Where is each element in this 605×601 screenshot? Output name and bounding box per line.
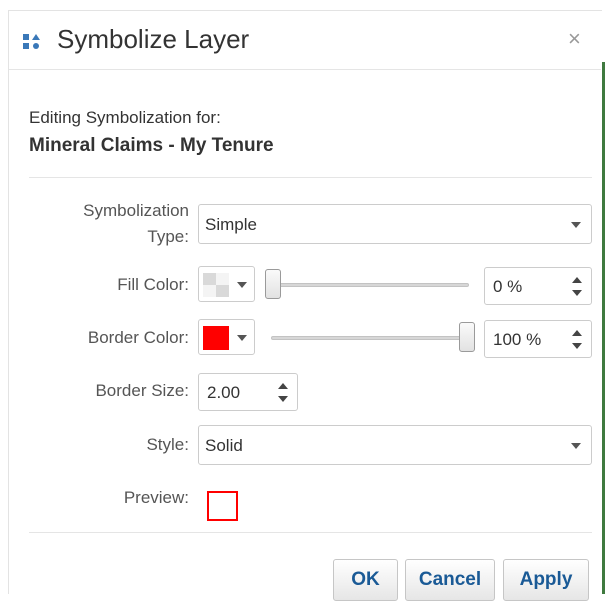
- style-value: Solid: [205, 436, 243, 455]
- close-icon[interactable]: ×: [568, 28, 581, 50]
- transparent-swatch-icon: [203, 273, 229, 297]
- divider: [29, 532, 592, 533]
- border-color-picker[interactable]: [198, 319, 255, 355]
- border-color-swatch: [203, 326, 229, 350]
- editing-label: Editing Symbolization for:: [29, 108, 221, 127]
- symbolization-type-select[interactable]: Simple: [198, 204, 592, 244]
- chevron-down-icon: [571, 222, 581, 228]
- layer-symbol-icon: [23, 34, 40, 49]
- border-opacity-slider[interactable]: [271, 322, 475, 354]
- fill-opacity-value: 0 %: [493, 277, 523, 296]
- layer-name: Mineral Claims - My Tenure: [29, 135, 274, 156]
- symbolization-type-label-line2: Type:: [147, 227, 189, 246]
- border-opacity-value: 100 %: [493, 330, 542, 349]
- slider-thumb[interactable]: [459, 322, 475, 352]
- preview-label: Preview:: [123, 488, 189, 507]
- fill-opacity-stepper[interactable]: 0 %: [484, 267, 592, 305]
- stepper-down-icon[interactable]: [572, 343, 582, 349]
- dialog-title-bar: Symbolize Layer ×: [9, 11, 601, 70]
- divider: [29, 177, 592, 178]
- border-size-value: 2.00: [207, 383, 241, 402]
- symbolize-layer-dialog: Symbolize Layer × Editing Symbolization …: [8, 10, 602, 601]
- slider-track: [271, 336, 475, 340]
- chevron-down-icon: [571, 443, 581, 449]
- fill-color-picker[interactable]: [198, 266, 255, 302]
- slider-track: [265, 283, 469, 287]
- stepper-up-icon[interactable]: [572, 277, 582, 283]
- symbol-preview: [207, 491, 238, 521]
- stepper-down-icon[interactable]: [572, 290, 582, 296]
- stepper-up-icon[interactable]: [278, 383, 288, 389]
- style-select[interactable]: Solid: [198, 425, 592, 465]
- border-size-stepper[interactable]: 2.00: [198, 373, 298, 411]
- stepper-up-icon[interactable]: [572, 330, 582, 336]
- chevron-down-icon: [237, 282, 247, 288]
- slider-thumb[interactable]: [265, 269, 281, 299]
- chevron-down-icon: [237, 335, 247, 341]
- dialog-title: Symbolize Layer: [57, 24, 250, 54]
- fill-color-label: Fill Color:: [117, 275, 189, 294]
- symbolization-type-label-line1: Symbolization: [83, 201, 189, 220]
- cancel-button[interactable]: Cancel: [405, 559, 495, 601]
- border-opacity-stepper[interactable]: 100 %: [484, 320, 592, 358]
- stepper-down-icon[interactable]: [278, 396, 288, 402]
- style-label: Style:: [146, 435, 189, 454]
- symbolization-type-value: Simple: [205, 215, 257, 234]
- border-color-label: Border Color:: [87, 328, 189, 347]
- fill-opacity-slider[interactable]: [265, 269, 469, 301]
- ok-button[interactable]: OK: [333, 559, 398, 601]
- border-size-label: Border Size:: [95, 381, 189, 400]
- apply-button[interactable]: Apply: [503, 559, 589, 601]
